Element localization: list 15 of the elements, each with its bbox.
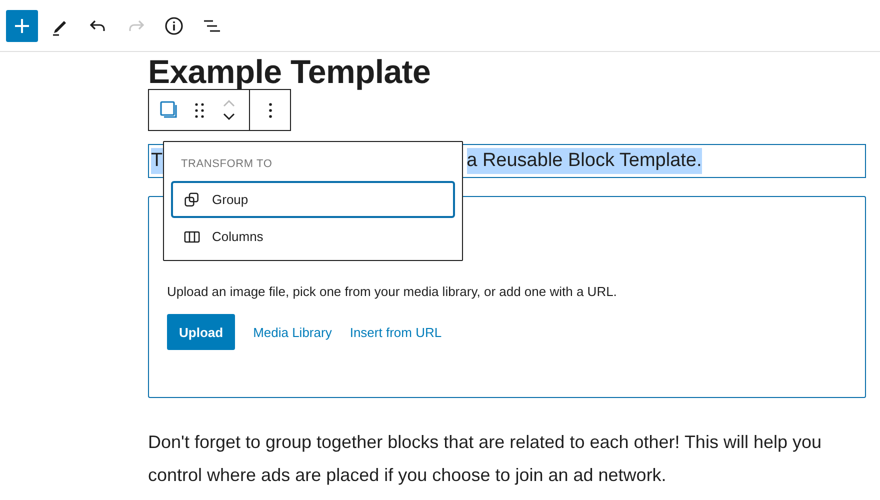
chevron-down-icon xyxy=(221,112,237,122)
upload-instructions: Upload an image file, pick one from your media library, or add one with a URL. xyxy=(167,284,617,299)
chevron-up-icon xyxy=(221,98,237,108)
menu-item[interactable]: Group xyxy=(171,181,455,218)
more-icon xyxy=(268,102,272,118)
paragraph-text: T xyxy=(151,148,163,174)
page-heading: Example Template xyxy=(148,52,432,92)
link-button[interactable]: Insert from URL xyxy=(350,324,442,340)
menu-heading: TRANSFORM TO xyxy=(181,158,272,170)
add-button[interactable] xyxy=(6,10,38,42)
upload-button[interactable]: Upload xyxy=(167,314,236,350)
drag-handle-icon xyxy=(194,102,204,118)
paragraph-text: a Reusable Block Template. xyxy=(466,148,702,174)
link-button[interactable]: Media Library xyxy=(253,324,332,340)
body-paragraph: Don't forget to group together blocks that are related to each other! This will help you control where ads are placed if you choose to join an ad network. xyxy=(148,431,822,487)
